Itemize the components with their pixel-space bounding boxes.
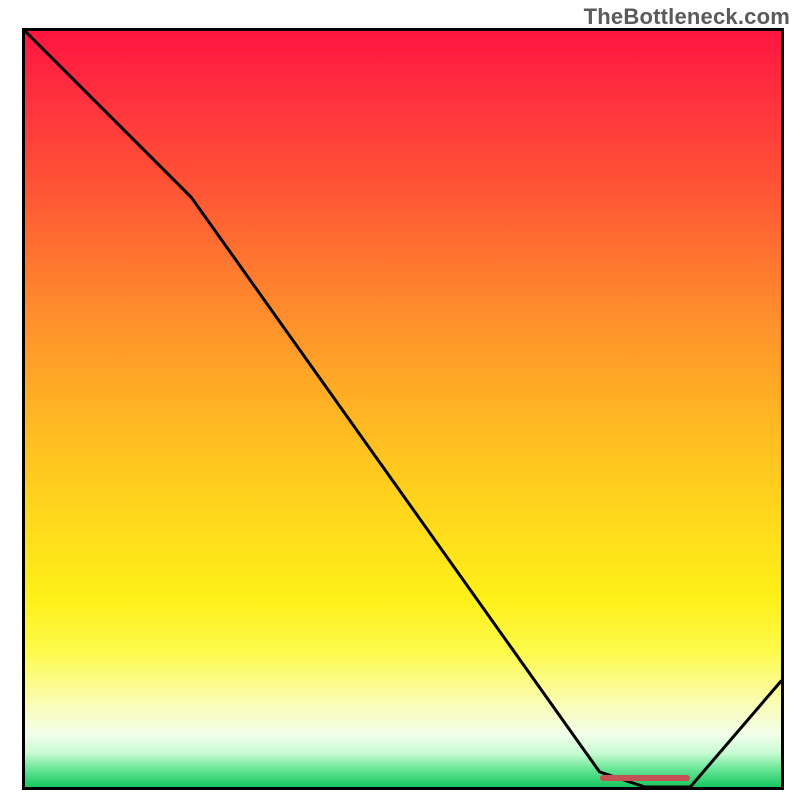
watermark-text: TheBottleneck.com [584,4,790,30]
bottleneck-curve-path [25,31,781,787]
optimal-band-marker [600,775,691,781]
curve-svg [25,31,781,787]
plot-area [22,28,784,790]
chart-frame: TheBottleneck.com [0,0,800,800]
